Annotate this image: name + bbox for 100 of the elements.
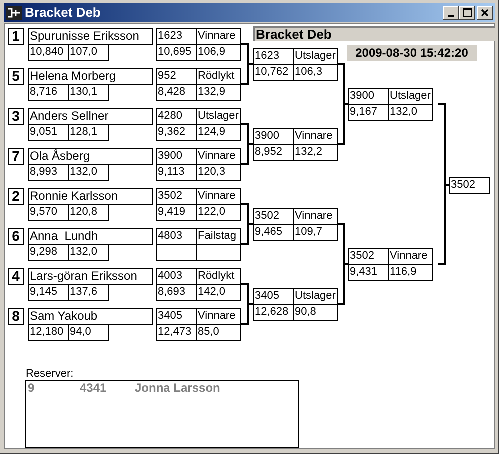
time-cell: 9,145 [28, 284, 69, 301]
speed-cell: 124,9 [196, 124, 241, 141]
entry-number: 952 [156, 68, 197, 85]
speed-cell: 109,7 [293, 224, 338, 241]
time-cell: 9,298 [28, 244, 69, 261]
competitor-name: Lars-göran Eriksson [28, 268, 153, 285]
entry-number: 3502 [253, 208, 294, 225]
entry-status: Vinnare [196, 28, 241, 45]
time-cell: 10,762 [253, 64, 294, 81]
entry-status: Vinnare [293, 128, 338, 145]
bracket-title: Bracket Deb [253, 26, 495, 41]
entry-number: 3900 [253, 128, 294, 145]
competitor-name: Ola Åsberg [28, 148, 153, 165]
minimize-button[interactable] [443, 6, 459, 20]
speed-cell: 122,0 [196, 204, 241, 221]
bracket-line [240, 203, 254, 245]
bracket-line [240, 283, 254, 325]
close-icon [481, 8, 489, 16]
speed-cell: 132,0 [388, 104, 433, 121]
seed-number: 8 [8, 308, 24, 325]
time-cell: 9,167 [348, 104, 389, 121]
entry-number: 3405 [253, 288, 294, 305]
speed-cell: 116,9 [388, 264, 433, 281]
speed-cell: 132,2 [293, 144, 338, 161]
entry-number: 3502 [156, 188, 197, 205]
time-cell: 9,051 [28, 124, 69, 141]
time-cell: 8,716 [28, 84, 69, 101]
entry-number: 3502 [348, 248, 389, 265]
speed-cell: 106,3 [293, 64, 338, 81]
entry-status: Utslager [388, 88, 433, 105]
entry-status: Vinnare [196, 308, 241, 325]
seed-number: 2 [8, 188, 24, 205]
entry-status: Failstag [196, 228, 241, 245]
time-cell: 12,473 [156, 324, 197, 341]
speed-cell: 137,6 [68, 284, 109, 301]
reserves-label: Reserver: [26, 368, 74, 380]
entry-status: Vinnare [196, 148, 241, 165]
winner-number: 3502 [449, 177, 490, 194]
speed-cell [196, 244, 241, 261]
entry-number: 4280 [156, 108, 197, 125]
competitor-name: Sam Yakoub [28, 308, 153, 325]
entry-number: 4803 [156, 228, 197, 245]
reserve-seed: 9 [27, 381, 36, 395]
time-cell: 9,419 [156, 204, 197, 221]
time-cell: 8,993 [28, 164, 69, 181]
reserve-number: 4341 [80, 381, 108, 395]
speed-cell: 142,0 [196, 284, 241, 301]
maximize-button[interactable] [459, 6, 475, 20]
entry-status: Vinnare [196, 188, 241, 205]
close-button[interactable] [477, 6, 493, 20]
time-cell: 9,113 [156, 164, 197, 181]
speed-cell: 132,9 [196, 84, 241, 101]
competitor-name: Ronnie Karlsson [28, 188, 153, 205]
time-cell: 9,465 [253, 224, 294, 241]
entry-status: Utslager [196, 108, 241, 125]
speed-cell: 132,0 [68, 244, 109, 261]
competitor-name: Spurunisse Eriksson [28, 28, 153, 45]
time-cell: 8,693 [156, 284, 197, 301]
minimize-icon [448, 14, 454, 16]
seed-number: 5 [8, 68, 24, 85]
entry-status: Rödlykt [196, 268, 241, 285]
app-icon [6, 6, 22, 20]
time-cell: 8,428 [156, 84, 197, 101]
speed-cell: 94,0 [68, 324, 109, 341]
entry-status: Vinnare [388, 248, 433, 265]
bracket-line [240, 123, 254, 165]
speed-cell: 130,1 [68, 84, 109, 101]
entry-status: Vinnare [293, 208, 338, 225]
speed-cell: 132,0 [68, 164, 109, 181]
time-cell: 10,840 [28, 44, 69, 61]
entry-status: Utslager [293, 48, 338, 65]
competitor-name: Anna Lundh [28, 228, 153, 245]
time-cell: 10,695 [156, 44, 197, 61]
speed-cell: 85,0 [196, 324, 241, 341]
reserve-name: Jonna Larsson [135, 381, 220, 395]
competitor-name: Helena Morberg [28, 68, 153, 85]
time-cell: 12,180 [28, 324, 69, 341]
entry-number: 3900 [156, 148, 197, 165]
date-time: 2009-08-30 15:42:20 [347, 45, 477, 61]
entry-number: 1623 [156, 28, 197, 45]
seed-number: 1 [8, 28, 24, 45]
time-cell: 9,431 [348, 264, 389, 281]
entry-number: 3900 [348, 88, 389, 105]
entry-status: Rödlykt [196, 68, 241, 85]
time-cell: 8,952 [253, 144, 294, 161]
speed-cell: 106,9 [196, 44, 241, 61]
entry-number: 1623 [253, 48, 294, 65]
seed-number: 4 [8, 268, 24, 285]
speed-cell: 90,8 [293, 304, 338, 321]
speed-cell: 128,1 [68, 124, 109, 141]
seed-number: 3 [8, 108, 24, 125]
time-cell [156, 244, 197, 261]
time-cell: 12,628 [253, 304, 294, 321]
entry-number: 4003 [156, 268, 197, 285]
speed-cell: 120,3 [196, 164, 241, 181]
speed-cell: 107,0 [68, 44, 109, 61]
entry-number: 3405 [156, 308, 197, 325]
seed-number: 7 [8, 148, 24, 165]
time-cell: 9,362 [156, 124, 197, 141]
window-title: Bracket Deb [25, 4, 102, 22]
